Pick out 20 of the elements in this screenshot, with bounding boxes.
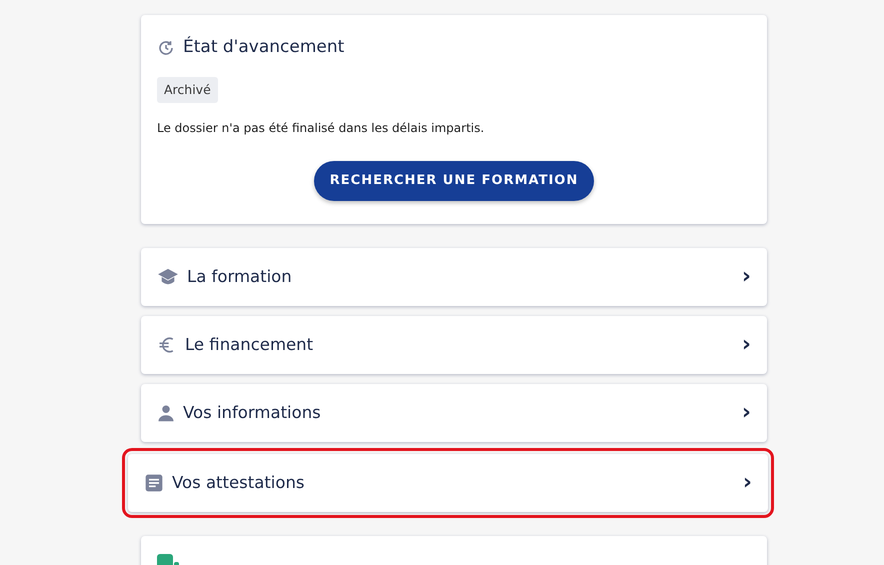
section-label: La formation: [187, 266, 293, 288]
section-row[interactable]: Vos informations ›: [141, 384, 767, 442]
section-row[interactable]: Vos attestations ›: [128, 454, 768, 512]
section-label: Vos attestations: [172, 472, 306, 494]
status-tag: Archivé: [157, 76, 218, 104]
search-training-button[interactable]: RECHERCHER UNE FORMATION: [314, 161, 594, 201]
section-label: Vos informations: [183, 402, 322, 424]
person-icon: [157, 404, 175, 422]
section-row[interactable]: La formation ›: [141, 248, 767, 306]
history-icon: [157, 38, 175, 57]
chevron-icon: ›: [742, 334, 751, 356]
section-row[interactable]: Le financement ›: [141, 316, 767, 374]
chevron-icon: ›: [742, 402, 751, 424]
chevron-icon: ›: [742, 266, 751, 288]
chevron-icon: ›: [742, 472, 752, 494]
section-label: Le financement: [185, 334, 314, 356]
card-title: État d'avancement: [183, 35, 344, 59]
document-icon: [144, 473, 164, 493]
status-message: Le dossier n'a pas été finalisé dans les délais impartis.: [157, 120, 486, 138]
graduation-cap-icon: [157, 268, 179, 286]
